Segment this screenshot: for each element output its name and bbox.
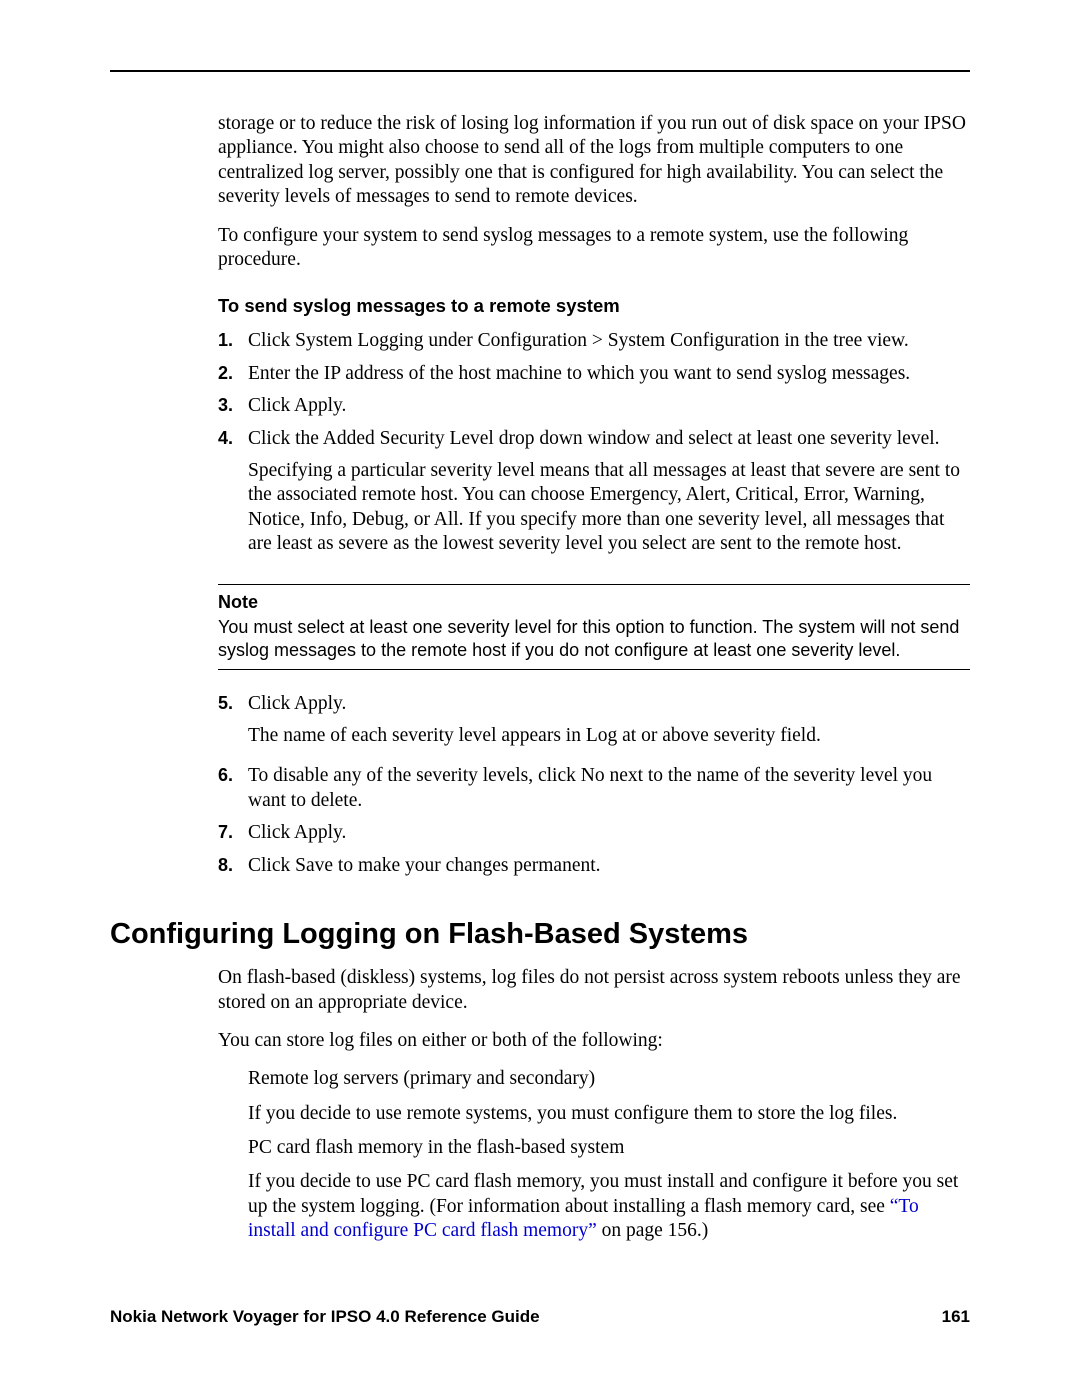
step-5: 5. Click Apply. The name of each severit… [218,692,970,757]
note-title: Note [218,591,970,614]
step-number: 8. [218,854,248,878]
procedure-steps-1: 1. Click System Logging under Configurat… [218,329,970,564]
step-text: Enter the IP address of the host machine… [248,362,970,386]
step-number: 3. [218,394,248,418]
step-2: 2. Enter the IP address of the host mach… [218,362,970,386]
step-text-extra: Specifying a particular severity level m… [248,459,970,557]
note-bottom-rule [218,669,970,670]
procedure-heading: To send syslog messages to a remote syst… [218,294,970,317]
body-column: storage or to reduce the risk of losing … [218,112,970,878]
section2-body: On flash-based (diskless) systems, log f… [218,966,970,1243]
note-box: Note You must select at least one severi… [218,584,970,669]
step-text: Click Apply. The name of each severity l… [248,692,970,757]
footer-page-number: 161 [942,1306,970,1327]
bullet-1-line-2: If you decide to use remote systems, you… [248,1102,970,1126]
step-4: 4. Click the Added Security Level drop d… [218,427,970,565]
step-1: 1. Click System Logging under Configurat… [218,329,970,353]
step-text: Click System Logging under Configuration… [248,329,970,353]
page: storage or to reduce the risk of losing … [0,0,1080,1397]
step-text-main: Click Apply. [248,693,346,714]
step-text-extra: The name of each severity level appears … [248,724,970,748]
step-text-main: Click the Added Security Level drop down… [248,428,940,449]
step-text: Click Apply. [248,394,970,418]
note-body: You must select at least one severity le… [218,616,970,663]
step-8: 8. Click Save to make your changes perma… [218,854,970,878]
page-footer: Nokia Network Voyager for IPSO 4.0 Refer… [110,1306,970,1327]
bullet-1-line-1: Remote log servers (primary and secondar… [248,1067,970,1091]
step-text: To disable any of the severity levels, c… [248,764,970,813]
section-heading-flash: Configuring Logging on Flash-Based Syste… [110,916,970,952]
step-number: 4. [218,427,248,565]
top-rule [110,70,970,72]
step-number: 2. [218,362,248,386]
step-7: 7. Click Apply. [218,821,970,845]
bullet-2-pre: If you decide to use PC card flash memor… [248,1171,958,1216]
step-number: 5. [218,692,248,757]
note-top-rule [218,584,970,585]
bullet-2-line-2: If you decide to use PC card flash memor… [248,1170,970,1243]
step-number: 1. [218,329,248,353]
step-text: Click the Added Security Level drop down… [248,427,970,565]
section2-para-2: You can store log files on either or bot… [218,1029,970,1053]
intro-para-1: storage or to reduce the risk of losing … [218,112,970,210]
procedure-steps-2: 5. Click Apply. The name of each severit… [218,692,970,878]
bullet-2-line-1: PC card flash memory in the flash-based … [248,1136,970,1160]
step-number: 7. [218,821,248,845]
step-3: 3. Click Apply. [218,394,970,418]
step-text: Click Apply. [248,821,970,845]
section2-para-1: On flash-based (diskless) systems, log f… [218,966,970,1015]
step-6: 6. To disable any of the severity levels… [218,764,970,813]
step-text: Click Save to make your changes permanen… [248,854,970,878]
bullet-list: Remote log servers (primary and secondar… [248,1067,970,1243]
footer-title: Nokia Network Voyager for IPSO 4.0 Refer… [110,1306,540,1327]
bullet-2-post: on page 156.) [597,1220,709,1241]
step-number: 6. [218,764,248,813]
intro-para-2: To configure your system to send syslog … [218,224,970,273]
